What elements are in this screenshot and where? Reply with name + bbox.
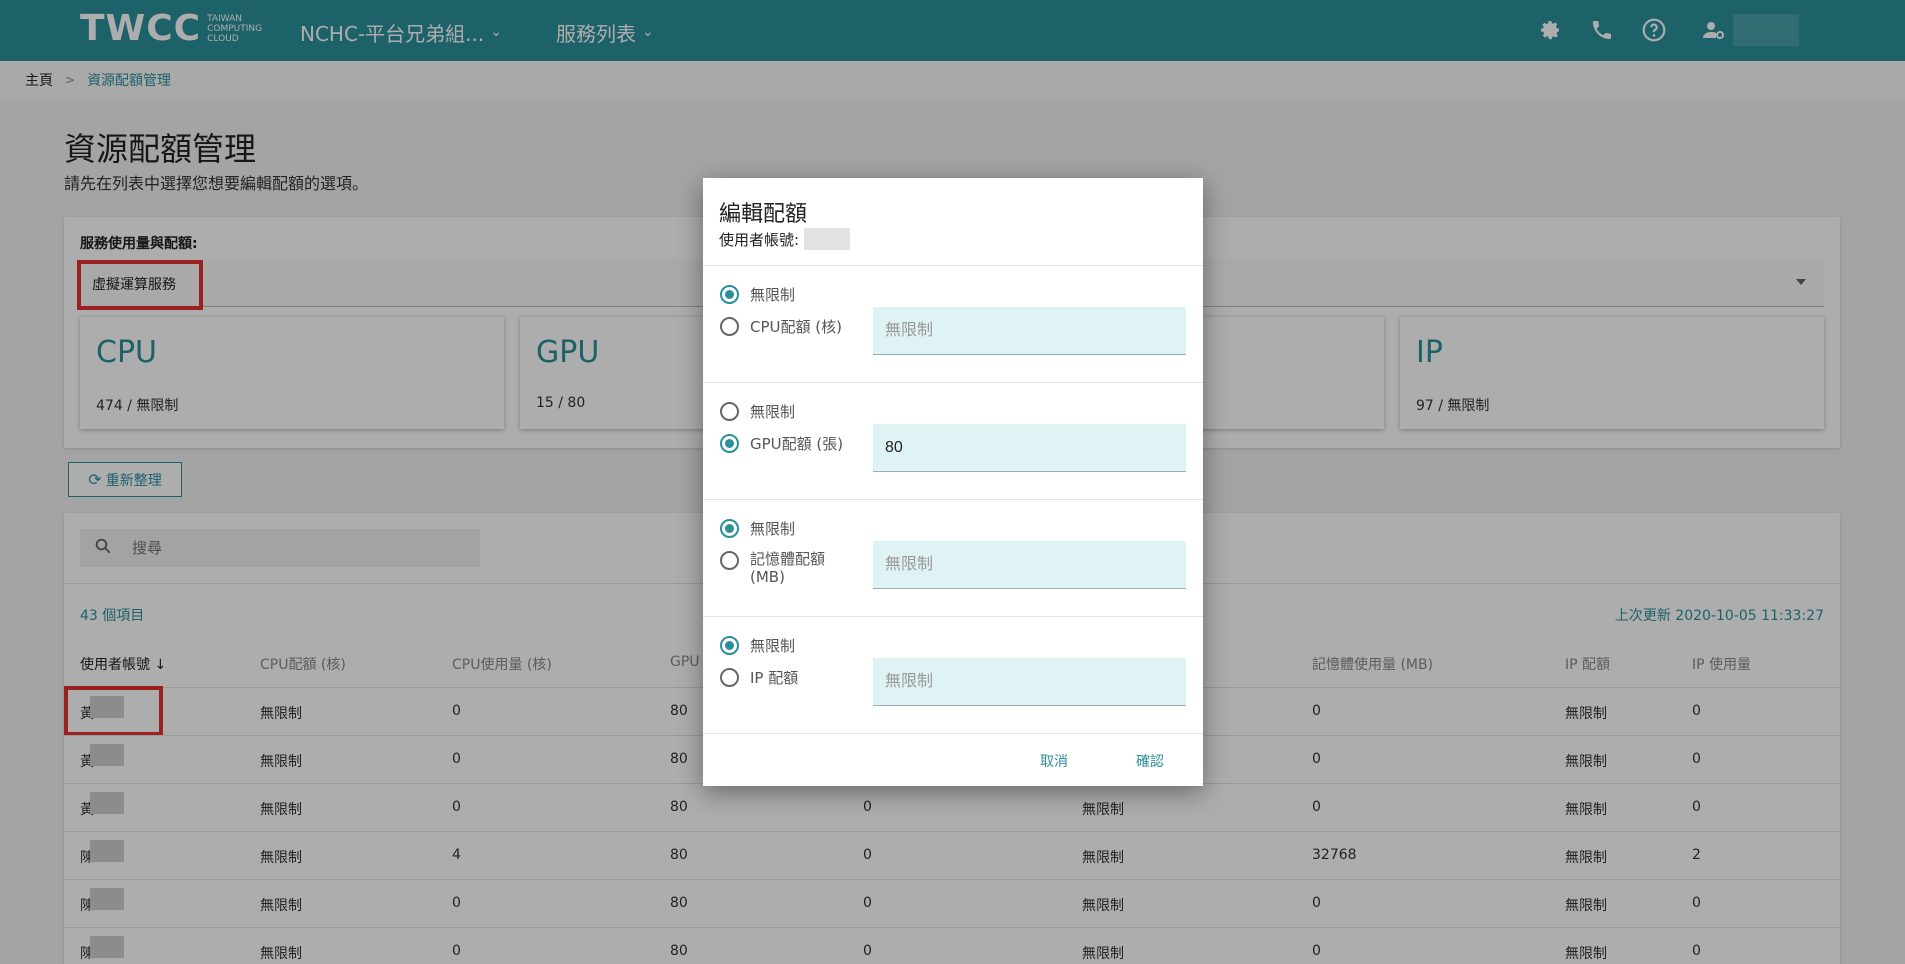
divider [703, 265, 1203, 266]
cancel-button[interactable]: 取消 [1040, 751, 1068, 771]
cpu-quota-label: CPU配額 (核) [750, 318, 842, 336]
divider [703, 733, 1203, 734]
ip-unlimited-radio[interactable] [720, 636, 739, 655]
divider [703, 382, 1203, 383]
cpu-quota-input[interactable] [873, 307, 1186, 354]
gpu-unlimited-label: 無限制 [750, 403, 796, 421]
cpu-quota-radio[interactable] [720, 317, 739, 336]
divider [703, 616, 1203, 617]
cpu-quota-field[interactable] [873, 307, 1186, 355]
memory-unlimited-radio[interactable] [720, 519, 739, 538]
gpu-quota-field[interactable] [873, 424, 1186, 472]
ip-quota-input[interactable] [873, 658, 1186, 705]
memory-unlimited-label: 無限制 [750, 520, 796, 538]
divider [703, 499, 1203, 500]
ip-quota-field[interactable] [873, 658, 1186, 706]
memory-quota-label: 記憶體配額 (MB) [750, 550, 826, 586]
memory-quota-input[interactable] [873, 541, 1186, 588]
gpu-quota-radio[interactable] [720, 434, 739, 453]
gpu-quota-label: GPU配額 (張) [750, 435, 844, 453]
gpu-quota-input[interactable] [873, 424, 1186, 471]
memory-quota-field[interactable] [873, 541, 1186, 589]
cpu-unlimited-label: 無限制 [750, 286, 796, 304]
confirm-button[interactable]: 確認 [1136, 751, 1164, 771]
dialog-subtitle: 使用者帳號: [719, 231, 800, 249]
memory-quota-radio[interactable] [720, 551, 739, 570]
ip-unlimited-label: 無限制 [750, 637, 796, 655]
gpu-unlimited-radio[interactable] [720, 402, 739, 421]
ip-quota-radio[interactable] [720, 668, 739, 687]
cpu-unlimited-radio[interactable] [720, 285, 739, 304]
ip-quota-label: IP 配額 [750, 669, 799, 687]
dialog-title: 編輯配額 [719, 202, 808, 227]
edit-quota-dialog: 編輯配額 使用者帳號: 無限制 CPU配額 (核) 無限制 GPU配額 (張) … [703, 178, 1203, 786]
redacted-username [804, 228, 850, 250]
